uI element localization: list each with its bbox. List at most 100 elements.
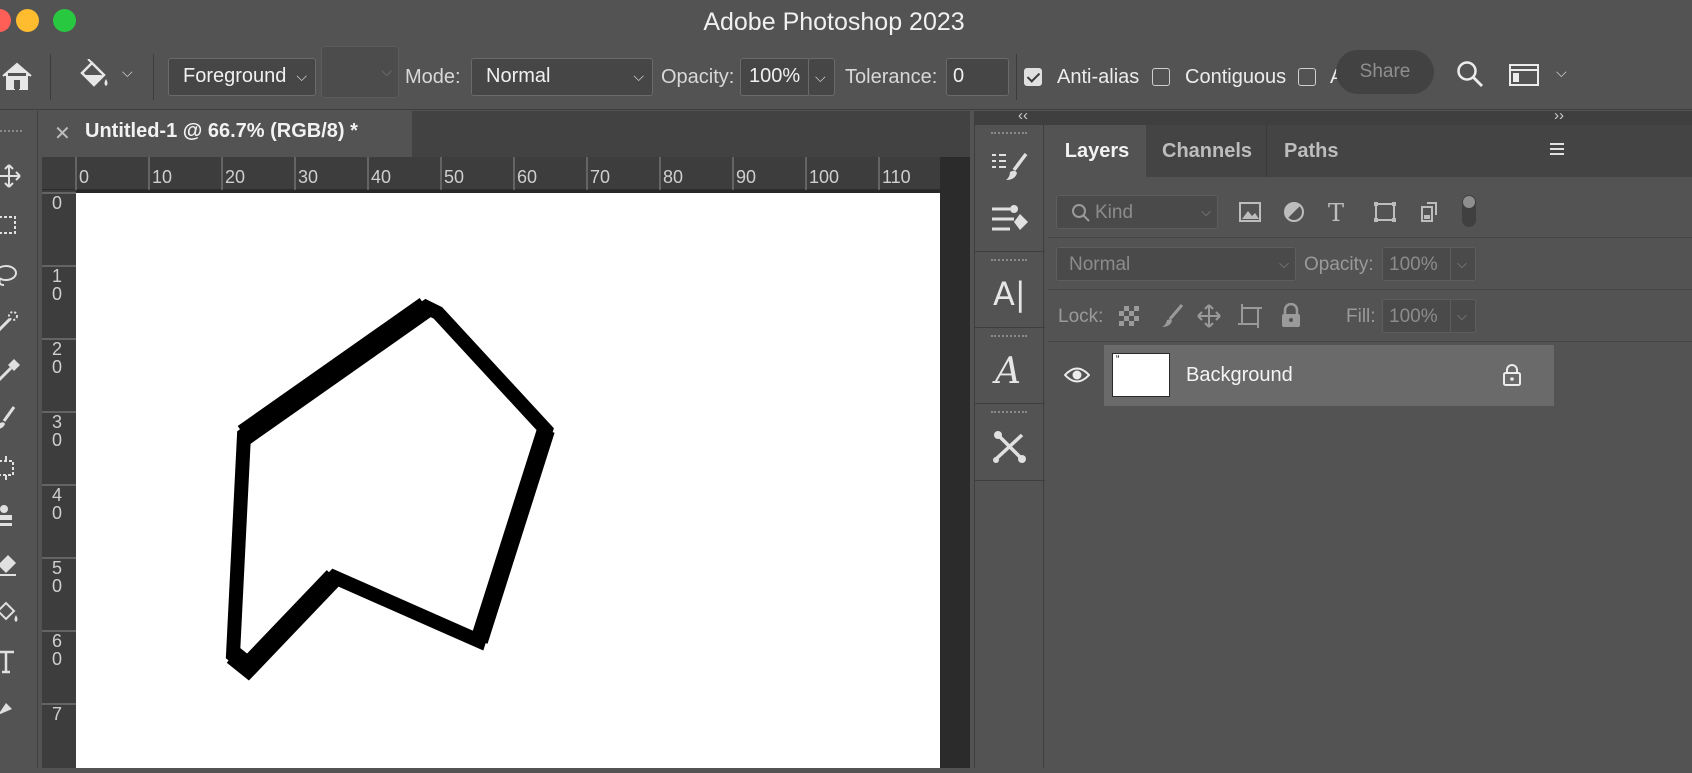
- tools-panel: [0, 111, 38, 768]
- canvas[interactable]: [76, 193, 940, 768]
- opacity-dropdown-button[interactable]: ⌵: [808, 58, 835, 96]
- tab-layers[interactable]: Layers: [1048, 125, 1146, 177]
- lasso-tool-icon[interactable]: [0, 263, 22, 294]
- fill-source-dropdown[interactable]: Foreground ⌵: [168, 58, 316, 96]
- panel-grip[interactable]: [991, 411, 1027, 416]
- filter-kind-value: Kind: [1095, 202, 1134, 223]
- ruler-label: 10: [152, 167, 173, 187]
- layer-opacity-dropdown[interactable]: ⌵: [1450, 247, 1476, 281]
- app-title: Adobe Photoshop 2023: [703, 8, 965, 36]
- layer-opacity-input[interactable]: 100%: [1382, 247, 1452, 281]
- ruler-horizontal[interactable]: 0 10 20 30 40 50 60 70 80 90 100 110: [42, 157, 970, 190]
- chevron-down-icon: ⌵: [1201, 204, 1211, 219]
- type-tool-icon[interactable]: [0, 649, 22, 680]
- chevron-down-icon: ⌵: [1457, 308, 1467, 323]
- ruler-label: 5 0: [52, 558, 63, 596]
- filter-shape-icon[interactable]: [1373, 201, 1397, 228]
- lock-icon[interactable]: [1502, 363, 1522, 387]
- stamp-tool-icon[interactable]: [0, 455, 22, 486]
- close-icon[interactable]: ✕: [54, 121, 71, 146]
- ruler-vertical[interactable]: 0 1 0 2 0 3 0 4 0 5 0 6 0 7: [42, 190, 76, 768]
- ruler-label: 2 0: [52, 339, 63, 377]
- workspace-icon[interactable]: [1506, 58, 1542, 92]
- vertical-scrollbar[interactable]: [940, 157, 970, 768]
- filter-adjustment-icon[interactable]: [1283, 201, 1305, 228]
- chevron-down-icon[interactable]: ⌵: [122, 64, 133, 81]
- ruler-label: 50: [444, 167, 465, 187]
- chevron-down-icon: ⌵: [815, 69, 826, 85]
- quick-selection-tool-icon[interactable]: [0, 309, 22, 340]
- glyphs-icon[interactable]: A: [995, 351, 1021, 392]
- eye-icon: [1064, 367, 1090, 383]
- clone-stamp-tool-icon[interactable]: [0, 503, 22, 534]
- tab-channels[interactable]: Channels: [1162, 125, 1252, 177]
- panel-grip[interactable]: [0, 130, 22, 135]
- filter-type-icon[interactable]: T: [1328, 199, 1344, 227]
- brushes-icon[interactable]: [989, 201, 1031, 237]
- lock-pixels-icon[interactable]: [1158, 303, 1184, 334]
- layer-thumbnail: “: [1112, 353, 1170, 397]
- filter-smart-object-icon[interactable]: [1418, 201, 1440, 228]
- antialias-checkbox[interactable]: [1024, 68, 1042, 86]
- pattern-picker[interactable]: ⌵: [321, 46, 399, 98]
- brush-settings-icon[interactable]: [989, 149, 1031, 185]
- filter-toggle[interactable]: [1462, 195, 1476, 227]
- tolerance-input[interactable]: 0: [946, 58, 1009, 96]
- chevron-down-icon[interactable]: ⌵: [1556, 64, 1567, 81]
- paint-bucket-tool-icon[interactable]: [0, 601, 22, 632]
- mode-dropdown[interactable]: Normal ⌵: [471, 58, 653, 96]
- layers-panel-header: ››: [1044, 107, 1692, 125]
- panel-grip[interactable]: [991, 335, 1027, 340]
- collapse-icon[interactable]: ‹‹: [1018, 107, 1028, 124]
- blend-mode-value: Normal: [1069, 254, 1131, 275]
- all-layers-checkbox[interactable]: [1298, 68, 1316, 86]
- ruler-label: 70: [590, 167, 611, 187]
- eyedropper-tool-icon[interactable]: [0, 357, 22, 388]
- search-icon: [1072, 204, 1090, 222]
- tools-icon[interactable]: [989, 427, 1031, 467]
- character-icon[interactable]: A|: [993, 275, 1026, 313]
- options-bar: ⌵ Foreground ⌵ ⌵ Mode: Normal ⌵ Opacity:…: [0, 44, 1692, 110]
- document-tab[interactable]: ✕ Untitled-1 @ 66.7% (RGB/8) *: [42, 111, 412, 157]
- ruler-label: 100: [809, 167, 840, 187]
- lock-artboard-icon[interactable]: [1237, 303, 1263, 334]
- layers-panel: Layers Channels Paths Kind ⌵ T Normal ⌵ …: [1048, 125, 1692, 768]
- tab-paths[interactable]: Paths: [1284, 125, 1338, 177]
- lock-position-icon[interactable]: [1196, 303, 1222, 334]
- panel-grip[interactable]: [991, 132, 1027, 137]
- title-bar: Adobe Photoshop 2023: [0, 0, 1692, 44]
- home-icon[interactable]: [0, 56, 34, 96]
- paint-bucket-icon[interactable]: [74, 56, 114, 96]
- drawn-shape: [225, 298, 555, 681]
- eraser-tool-icon[interactable]: [0, 551, 22, 582]
- ruler-label: 4 0: [52, 485, 63, 523]
- layer-name: Background: [1186, 364, 1293, 386]
- marquee-tool-icon[interactable]: [0, 214, 22, 245]
- chevron-down-icon: ⌵: [633, 68, 644, 84]
- ruler-label: 110: [882, 167, 911, 187]
- lock-transparent-icon[interactable]: [1118, 305, 1140, 332]
- filter-kind-dropdown[interactable]: Kind ⌵: [1056, 195, 1218, 229]
- chevron-down-icon: ⌵: [1457, 256, 1467, 271]
- pen-tool-icon[interactable]: [0, 697, 22, 722]
- fill-dropdown[interactable]: ⌵: [1450, 299, 1476, 333]
- contiguous-checkbox[interactable]: [1152, 68, 1170, 86]
- expand-icon[interactable]: ››: [1554, 107, 1564, 124]
- panel-grip[interactable]: [991, 259, 1027, 264]
- panel-menu-icon[interactable]: [1550, 141, 1564, 162]
- move-tool-icon[interactable]: [0, 163, 22, 194]
- layer-row[interactable]: “ Background: [1104, 345, 1554, 406]
- search-icon[interactable]: [1452, 56, 1488, 92]
- ruler-label: 80: [663, 167, 684, 187]
- share-button[interactable]: Share: [1336, 50, 1434, 94]
- fill-input[interactable]: 100%: [1382, 299, 1452, 333]
- layer-visibility-toggle[interactable]: [1050, 345, 1104, 406]
- antialias-label: Anti-alias: [1057, 66, 1140, 88]
- brush-tool-icon[interactable]: [0, 405, 22, 436]
- blend-mode-dropdown[interactable]: Normal ⌵: [1056, 247, 1296, 281]
- lock-all-icon[interactable]: [1280, 302, 1302, 334]
- side-column-header: ‹‹: [974, 107, 1044, 125]
- tolerance-label: Tolerance:: [845, 66, 938, 88]
- filter-pixel-icon[interactable]: [1238, 201, 1262, 228]
- opacity-input[interactable]: 100%: [740, 58, 810, 96]
